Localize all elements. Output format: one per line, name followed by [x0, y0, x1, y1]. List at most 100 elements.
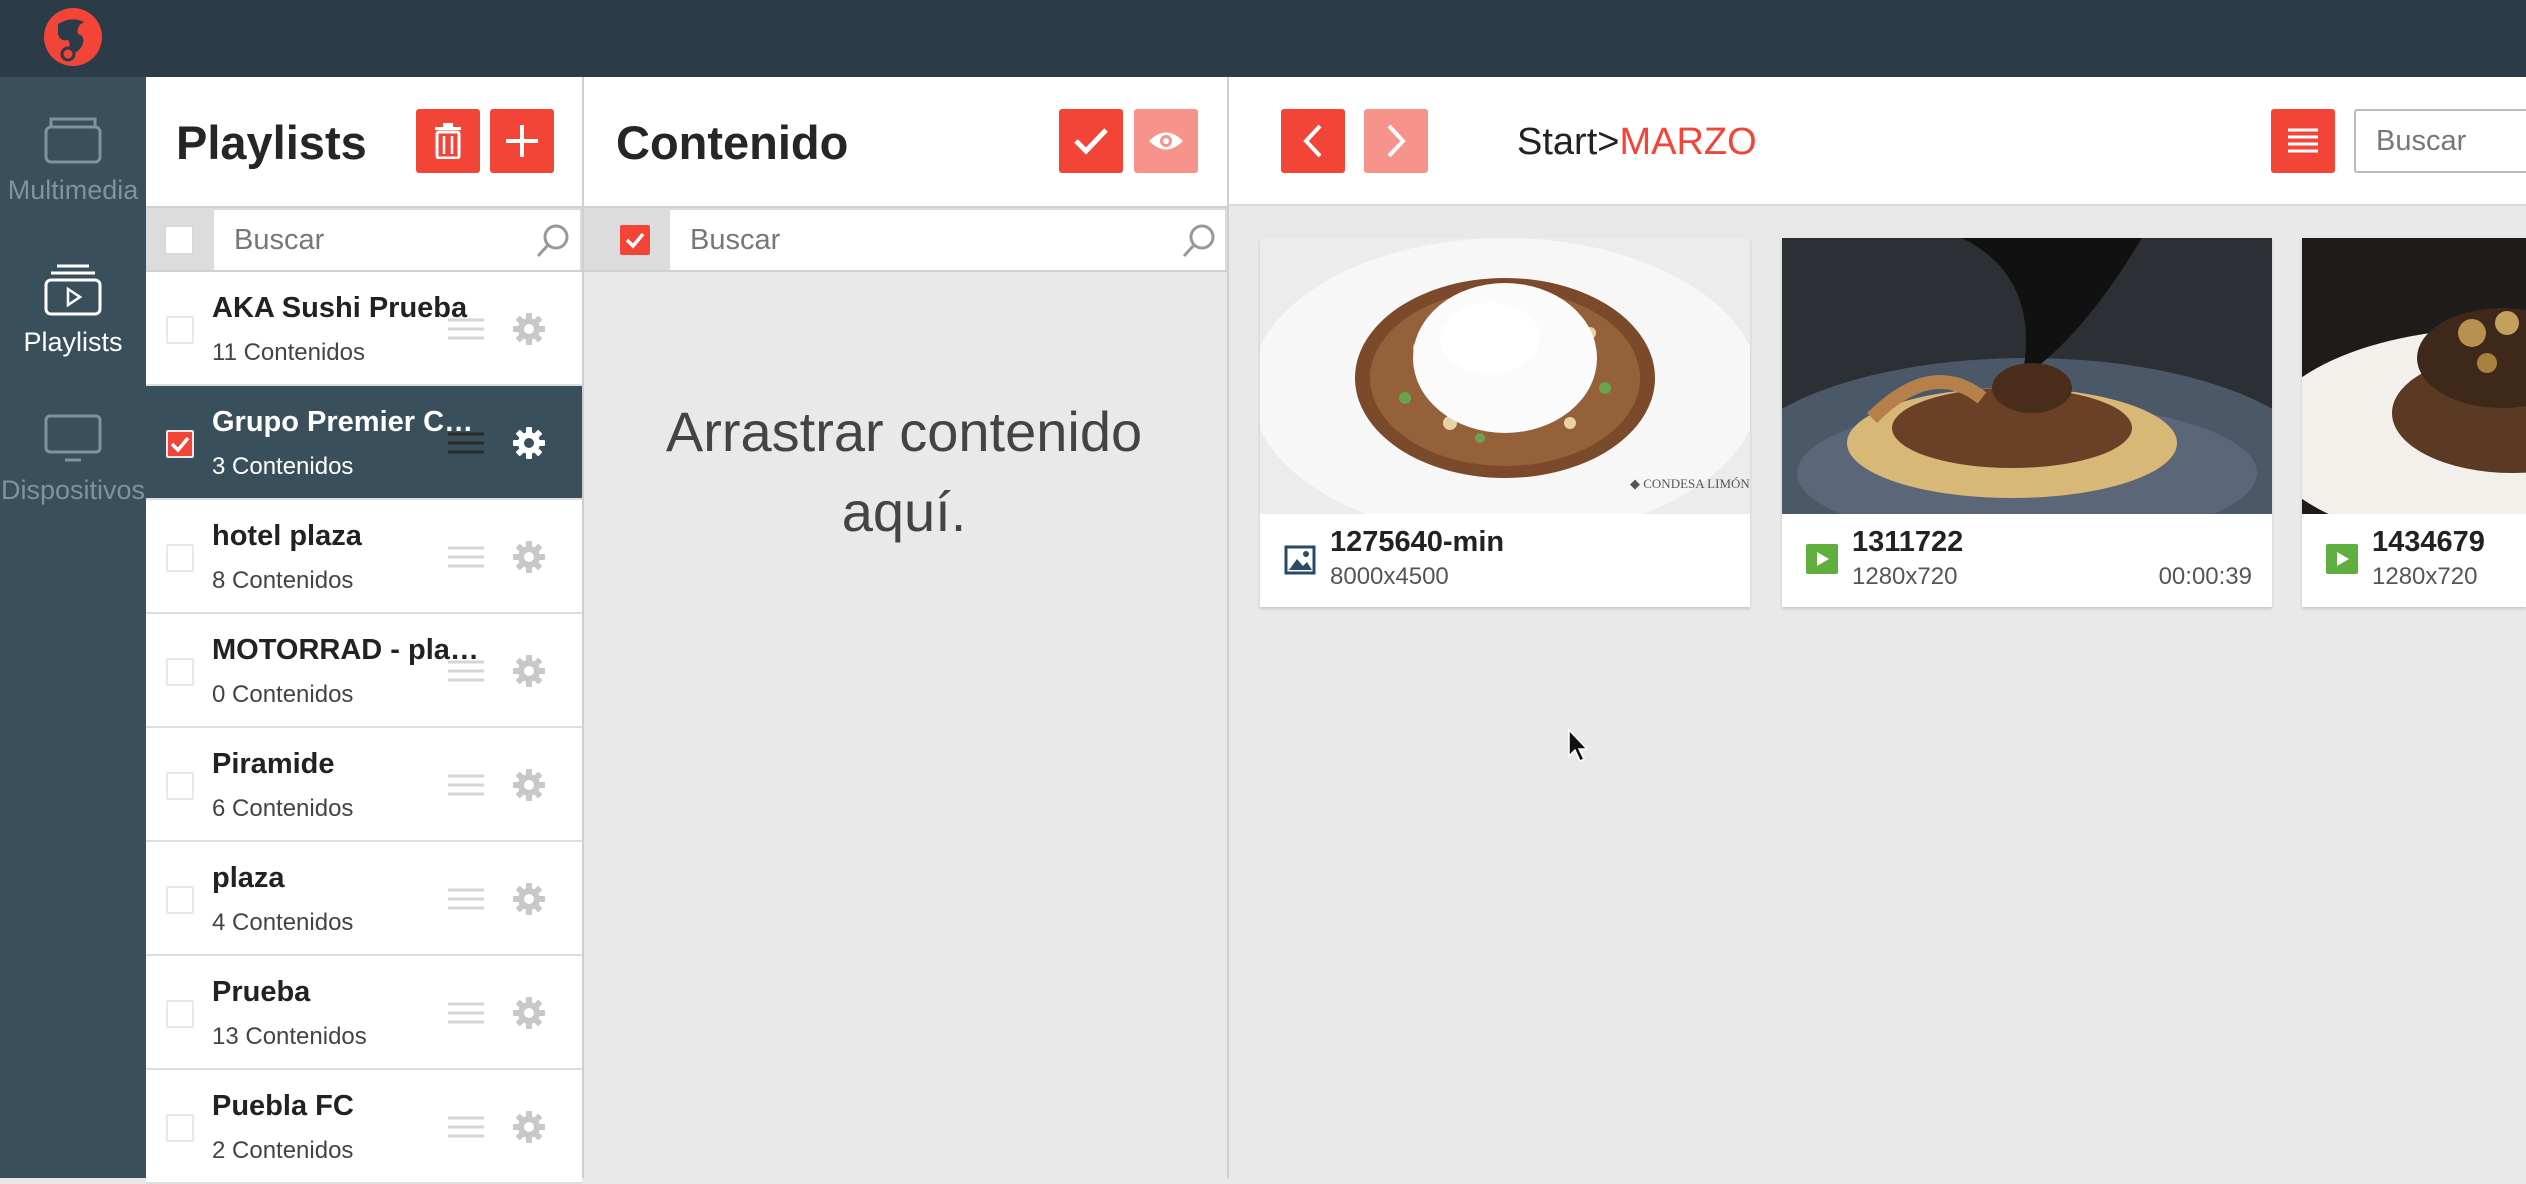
gear-icon[interactable]: [512, 426, 546, 460]
playlist-name: Piramide: [212, 748, 335, 780]
preview-content-button[interactable]: [1134, 109, 1198, 173]
drag-handle-icon[interactable]: [448, 774, 484, 796]
playlists-search-input[interactable]: [214, 210, 580, 270]
media-search-input[interactable]: [2354, 109, 2526, 173]
list-view-button[interactable]: [2271, 109, 2335, 173]
gear-icon[interactable]: [512, 996, 546, 1030]
back-button[interactable]: [1281, 109, 1345, 173]
breadcrumb-root[interactable]: Start>: [1517, 121, 1619, 163]
rail-label: Playlists: [23, 327, 123, 357]
playlists-title: Playlists: [176, 116, 367, 169]
playlist-count: 6 Contenidos: [212, 795, 354, 822]
playlist-count: 13 Contenidos: [212, 1023, 367, 1050]
plus-icon: [506, 125, 538, 157]
drag-handle-icon[interactable]: [448, 432, 484, 454]
gear-icon[interactable]: [512, 312, 546, 346]
drag-handle-icon[interactable]: [448, 888, 484, 910]
monitor-icon: [44, 414, 102, 462]
content-search-row: [584, 206, 1227, 272]
media-duration: 00:00:39: [2158, 563, 2252, 590]
playlist-name: plaza: [212, 862, 285, 894]
playlist-count: 11 Contenidos: [212, 339, 365, 366]
playlist-count: 2 Contenidos: [212, 1137, 354, 1164]
drag-handle-icon[interactable]: [448, 546, 484, 568]
playlist-row[interactable]: plaza 4 Contenidos: [146, 842, 582, 956]
playlist-count: 8 Contenidos: [212, 567, 354, 594]
playlist-row[interactable]: Prueba 13 Contenidos: [146, 956, 582, 1070]
rail-item-multimedia[interactable]: Multimedia: [0, 113, 146, 243]
playlist-name: AKA Sushi Prueba: [212, 292, 468, 324]
select-all-playlists-checkbox[interactable]: [164, 225, 194, 255]
media-title: 1311722: [1852, 526, 1964, 558]
search-icon[interactable]: [534, 222, 572, 260]
content-search-input[interactable]: [670, 210, 1225, 270]
playlist-name: Grupo Premier Corporativo: [212, 406, 484, 438]
image-icon: [1284, 545, 1316, 575]
playlist-checkbox[interactable]: [166, 1000, 194, 1028]
drag-handle-icon[interactable]: [448, 660, 484, 682]
video-icon: [1806, 544, 1838, 574]
playlist-checkbox[interactable]: [166, 430, 194, 458]
gear-icon[interactable]: [512, 1110, 546, 1144]
playlist-count: 3 Contenidos: [212, 453, 354, 480]
app-logo-icon[interactable]: [42, 6, 104, 68]
playlist-checkbox[interactable]: [166, 772, 194, 800]
playlist-checkbox[interactable]: [166, 1114, 194, 1142]
content-drop-zone[interactable]: Arrastrar contenido aquí.: [644, 392, 1164, 552]
content-title: Contenido: [616, 116, 849, 169]
checkmark-icon: [170, 436, 190, 453]
drag-handle-icon[interactable]: [448, 1002, 484, 1024]
media-dimensions: 8000x4500: [1330, 563, 1449, 590]
confirm-content-button[interactable]: [1059, 109, 1123, 173]
playlist-count: 0 Contenidos: [212, 681, 354, 708]
playlist-icon: [44, 264, 102, 316]
media-browser-header: Start>MARZO: [1229, 77, 2526, 206]
gear-icon[interactable]: [512, 540, 546, 574]
media-dimensions: 1280x720: [2372, 563, 2478, 590]
playlist-row[interactable]: AKA Sushi Prueba 11 Contenidos: [146, 272, 582, 386]
forward-button[interactable]: [1364, 109, 1428, 173]
media-card[interactable]: 1434679 1280x720: [2302, 238, 2526, 607]
playlist-row[interactable]: Grupo Premier Corporativo 3 Contenidos: [146, 386, 582, 500]
select-all-content-checkbox[interactable]: [620, 225, 650, 255]
playlist-row[interactable]: hotel plaza 8 Contenidos: [146, 500, 582, 614]
trash-icon: [435, 123, 461, 159]
drag-handle-icon[interactable]: [448, 318, 484, 340]
folder-icon: [44, 117, 102, 164]
search-icon[interactable]: [1180, 222, 1218, 260]
gear-icon[interactable]: [512, 882, 546, 916]
media-card[interactable]: ◆ CONDESA LIMÓN ◆ 1275640-min 8000x4500: [1260, 238, 1750, 607]
media-card[interactable]: 1311722 1280x720 00:00:39: [1782, 238, 2272, 607]
drag-handle-icon[interactable]: [448, 1116, 484, 1138]
rail-label: Dispositivos: [0, 475, 146, 505]
checkmark-icon: [1074, 128, 1108, 155]
playlist-name: MOTORRAD - playlist: [212, 634, 484, 666]
rail-label: Multimedia: [7, 175, 139, 205]
svg-text:◆ CONDESA LIMÓN ◆: ◆ CONDESA LIMÓN ◆: [1630, 476, 1750, 491]
playlists-search-row: [146, 206, 582, 272]
gear-icon[interactable]: [512, 654, 546, 688]
playlist-checkbox[interactable]: [166, 544, 194, 572]
delete-playlist-button[interactable]: [416, 109, 480, 173]
playlist-checkbox[interactable]: [166, 886, 194, 914]
mouse-cursor-icon: [1568, 728, 1589, 763]
breadcrumb: Start>MARZO: [1517, 121, 1757, 164]
playlist-count: 4 Contenidos: [212, 909, 354, 936]
checkmark-icon: [625, 232, 645, 249]
playlist-name: Puebla FC: [212, 1090, 354, 1122]
eye-icon: [1149, 132, 1183, 150]
playlist-row[interactable]: Puebla FC 2 Contenidos: [146, 1070, 582, 1184]
playlist-checkbox[interactable]: [166, 658, 194, 686]
content-panel: Contenido Arrastrar contenido aquí.: [584, 77, 1229, 1178]
media-title: 1434679: [2372, 526, 2485, 558]
playlist-name: Prueba: [212, 976, 311, 1008]
gear-icon[interactable]: [512, 768, 546, 802]
content-header: Contenido: [584, 77, 1227, 206]
playlist-row[interactable]: Piramide 6 Contenidos: [146, 728, 582, 842]
add-playlist-button[interactable]: [490, 109, 554, 173]
rail-item-dispositivos[interactable]: Dispositivos: [0, 413, 146, 543]
playlist-row[interactable]: MOTORRAD - playlist 0 Contenidos: [146, 614, 582, 728]
playlist-checkbox[interactable]: [166, 316, 194, 344]
list-icon: [2288, 128, 2318, 153]
rail-item-playlists[interactable]: Playlists: [0, 263, 146, 393]
